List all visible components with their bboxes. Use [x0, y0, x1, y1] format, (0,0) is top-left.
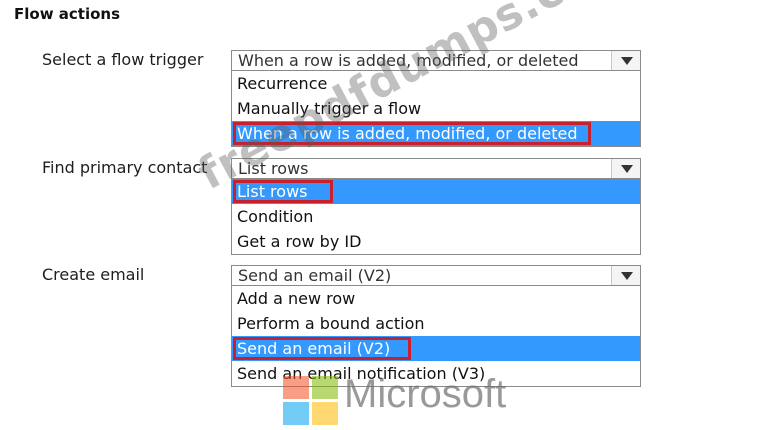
dropdown-flow-trigger: When a row is added, modified, or delete…	[231, 50, 641, 147]
option-label: List rows	[237, 182, 308, 201]
dropdown-create-email: Send an email (V2) Add a new row Perform…	[231, 265, 641, 387]
selected-value: List rows	[238, 159, 309, 178]
row-label-create-email: Create email	[42, 265, 145, 284]
listbox-flow-trigger: Recurrence Manually trigger a flow When …	[231, 70, 641, 147]
option-condition[interactable]: Condition	[232, 204, 640, 229]
option-label: Send an email (V2)	[237, 339, 391, 358]
section-title: Flow actions	[14, 5, 121, 23]
logo-square-yellow	[312, 402, 338, 425]
option-list-rows[interactable]: List rows	[232, 179, 640, 204]
listbox-primary-contact: List rows Condition Get a row by ID	[231, 178, 641, 255]
logo-square-green	[312, 376, 338, 399]
select-create-email[interactable]: Send an email (V2)	[231, 265, 641, 285]
dropdown-primary-contact: List rows List rows Condition Get a row …	[231, 158, 641, 255]
option-recurrence[interactable]: Recurrence	[232, 71, 640, 96]
select-flow-trigger[interactable]: When a row is added, modified, or delete…	[231, 50, 641, 70]
row-label-primary-contact: Find primary contact	[42, 158, 208, 177]
microsoft-wordmark: Microsoft	[344, 372, 507, 416]
option-label: When a row is added, modified, or delete…	[237, 124, 578, 143]
microsoft-logo-icon	[283, 376, 339, 426]
select-primary-contact[interactable]: List rows	[231, 158, 641, 178]
logo-square-blue	[283, 402, 309, 425]
selected-value: When a row is added, modified, or delete…	[238, 51, 579, 70]
chevron-down-icon[interactable]	[611, 159, 640, 178]
chevron-down-icon[interactable]	[611, 266, 640, 285]
selected-value: Send an email (V2)	[238, 266, 392, 285]
option-add-new-row[interactable]: Add a new row	[232, 286, 640, 311]
option-send-email-v2[interactable]: Send an email (V2)	[232, 336, 640, 361]
option-get-row-by-id[interactable]: Get a row by ID	[232, 229, 640, 254]
chevron-down-icon[interactable]	[611, 51, 640, 70]
row-label-flow-trigger: Select a flow trigger	[42, 50, 204, 69]
logo-square-red	[283, 376, 309, 399]
option-row-added-modified-deleted[interactable]: When a row is added, modified, or delete…	[232, 121, 640, 146]
option-manually-trigger[interactable]: Manually trigger a flow	[232, 96, 640, 121]
option-perform-bound-action[interactable]: Perform a bound action	[232, 311, 640, 336]
